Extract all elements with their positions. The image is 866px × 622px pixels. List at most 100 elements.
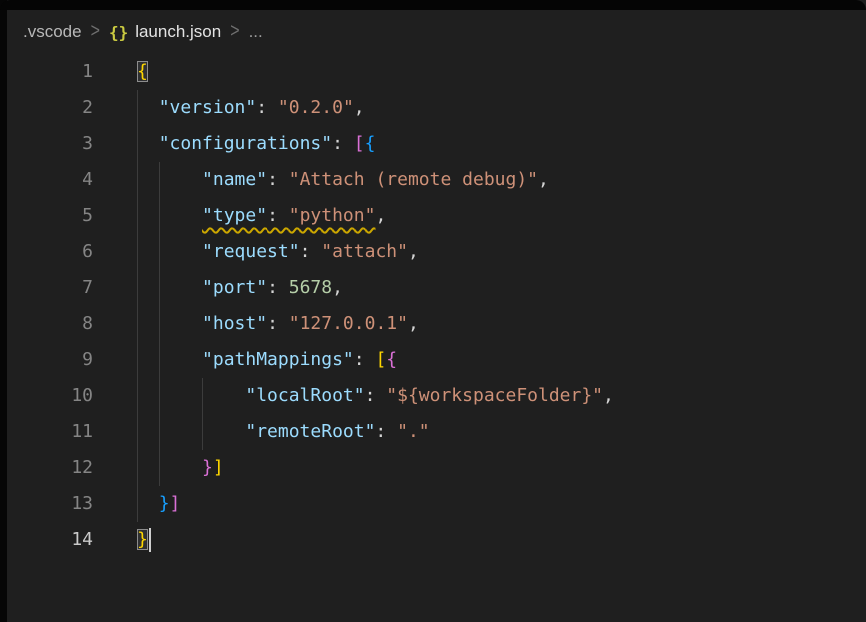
code-token: : <box>375 421 397 442</box>
line-number[interactable]: 11 <box>7 414 93 450</box>
indent-guide <box>159 270 160 306</box>
indentation <box>137 133 159 154</box>
line-number[interactable]: 12 <box>7 450 93 486</box>
code-token: "host" <box>202 313 267 334</box>
indent-guide <box>159 414 160 450</box>
indentation <box>137 349 202 370</box>
line-number[interactable]: 10 <box>7 378 93 414</box>
code-token: , <box>375 205 386 226</box>
code-line[interactable]: 9 "pathMappings": [{ <box>7 342 866 378</box>
code-token: "pathMappings" <box>202 349 354 370</box>
code-token: ] <box>170 493 181 514</box>
breadcrumb-item-symbols[interactable]: ... <box>249 22 263 42</box>
code-token: , <box>408 313 419 334</box>
code-token: "remoteRoot" <box>245 421 375 442</box>
code-token: { <box>386 349 397 370</box>
code-token: : <box>267 277 289 298</box>
breadcrumb-item-file[interactable]: launch.json <box>135 22 221 42</box>
code-token: : <box>267 169 289 190</box>
line-number[interactable]: 9 <box>7 342 93 378</box>
code-line[interactable]: 13 }] <box>7 486 866 522</box>
code-token: "type" <box>202 205 267 226</box>
code-token: [ <box>375 349 386 370</box>
code-token: , <box>354 97 365 118</box>
indent-guide <box>137 162 138 198</box>
code-line[interactable]: 5 "type": "python", <box>7 198 866 234</box>
indent-guide <box>159 234 160 270</box>
code-line[interactable]: 10 "localRoot": "${workspaceFolder}", <box>7 378 866 414</box>
code-token: "attach" <box>321 241 408 262</box>
line-number[interactable]: 7 <box>7 270 93 306</box>
code-token: "port" <box>202 277 267 298</box>
code-line[interactable]: 6 "request": "attach", <box>7 234 866 270</box>
code-token: "configurations" <box>159 133 332 154</box>
indent-guide <box>202 378 203 414</box>
indent-guide <box>159 342 160 378</box>
code-token: : <box>267 205 289 226</box>
code-line[interactable]: 4 "name": "Attach (remote debug)", <box>7 162 866 198</box>
code-line[interactable]: 11 "remoteRoot": "." <box>7 414 866 450</box>
code-text: "host": "127.0.0.1", <box>137 306 866 342</box>
code-line[interactable]: 7 "port": 5678, <box>7 270 866 306</box>
code-token: "version" <box>159 97 257 118</box>
code-token: ] <box>213 457 224 478</box>
code-text: }] <box>137 450 866 486</box>
line-number[interactable]: 2 <box>7 90 93 126</box>
indentation <box>137 493 159 514</box>
code-text: "remoteRoot": "." <box>137 414 866 450</box>
code-text: }] <box>137 486 866 522</box>
indent-guide <box>159 378 160 414</box>
line-number[interactable]: 8 <box>7 306 93 342</box>
code-token: "name" <box>202 169 267 190</box>
indent-guide <box>137 342 138 378</box>
code-token: } <box>159 493 170 514</box>
chevron-right-icon: > <box>91 21 100 44</box>
code-token: : <box>354 349 376 370</box>
indentation <box>137 205 202 226</box>
line-number[interactable]: 14 <box>7 522 93 558</box>
code-text: "pathMappings": [{ <box>137 342 866 378</box>
chevron-right-icon: > <box>230 21 239 44</box>
indentation <box>137 385 245 406</box>
code-line[interactable]: 14} <box>7 522 866 558</box>
code-token: , <box>408 241 419 262</box>
indentation <box>137 97 159 118</box>
indent-guide <box>137 90 138 126</box>
line-number[interactable]: 4 <box>7 162 93 198</box>
code-token: , <box>538 169 549 190</box>
line-number[interactable]: 6 <box>7 234 93 270</box>
code-text: "port": 5678, <box>137 270 866 306</box>
breadcrumb-item-vscode[interactable]: .vscode <box>23 22 82 42</box>
code-token: } <box>202 457 213 478</box>
code-line[interactable]: 1{ <box>7 54 866 90</box>
code-token: [ <box>354 133 365 154</box>
code-token: "Attach (remote debug)" <box>289 169 538 190</box>
code-token: "." <box>397 421 430 442</box>
indentation <box>137 241 202 262</box>
indent-guide <box>159 162 160 198</box>
code-token: "localRoot" <box>245 385 364 406</box>
indent-guide <box>137 414 138 450</box>
indent-guide <box>159 306 160 342</box>
indent-guide <box>137 486 138 522</box>
code-token: , <box>332 277 343 298</box>
line-number[interactable]: 1 <box>7 54 93 90</box>
indentation <box>137 277 202 298</box>
indent-guide <box>137 378 138 414</box>
indent-guide <box>137 450 138 486</box>
code-line[interactable]: 2 "version": "0.2.0", <box>7 90 866 126</box>
code-token: : <box>267 313 289 334</box>
indent-guide <box>137 270 138 306</box>
code-token: : <box>300 241 322 262</box>
code-token: } <box>137 529 148 550</box>
code-line[interactable]: 3 "configurations": [{ <box>7 126 866 162</box>
window-left-edge <box>0 0 7 622</box>
code-line[interactable]: 12 }] <box>7 450 866 486</box>
line-number[interactable]: 13 <box>7 486 93 522</box>
code-token: : <box>332 133 354 154</box>
line-number[interactable]: 5 <box>7 198 93 234</box>
code-token: { <box>137 61 148 82</box>
editor-lines: 1{2 "version": "0.2.0",3 "configurations… <box>7 54 866 558</box>
code-line[interactable]: 8 "host": "127.0.0.1", <box>7 306 866 342</box>
line-number[interactable]: 3 <box>7 126 93 162</box>
